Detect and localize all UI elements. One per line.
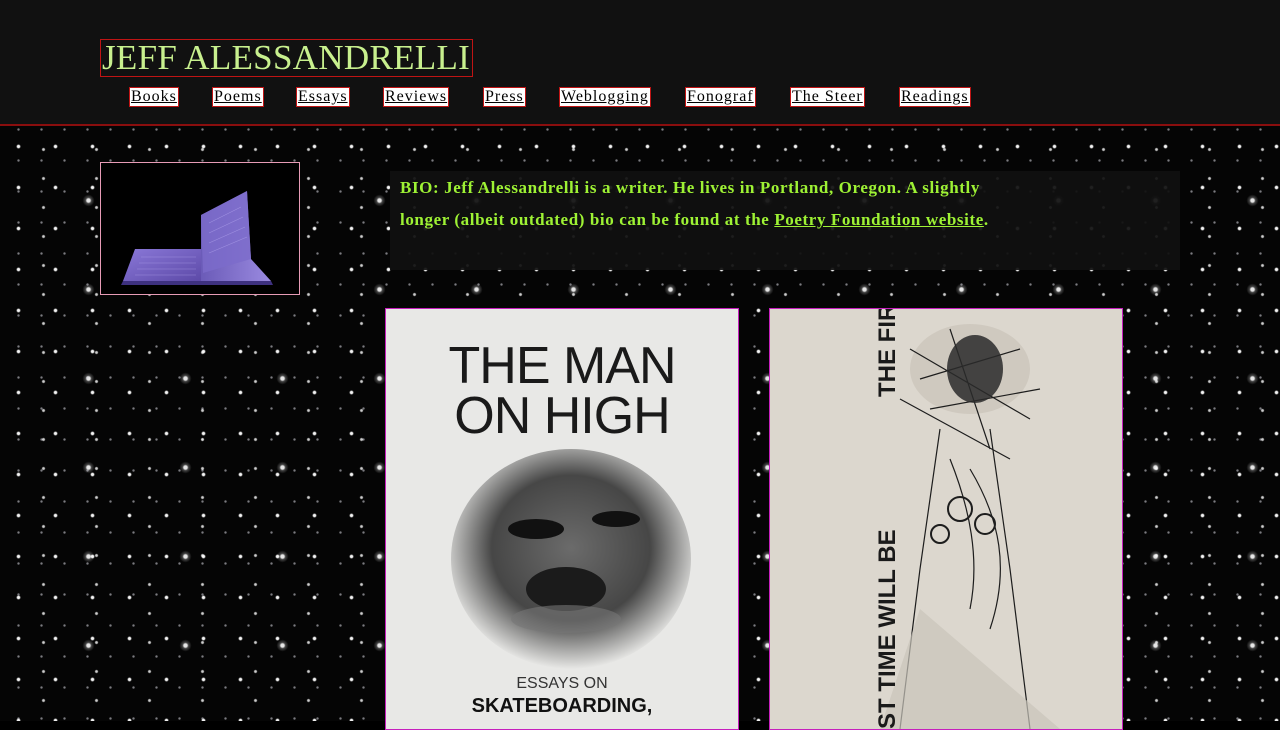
cover-subtitle-line2: SKATEBOARDING, xyxy=(471,695,653,717)
nav-books[interactable]: Books xyxy=(129,87,179,107)
portrait-illustration xyxy=(451,449,691,669)
cover-title-line2: ON HIGH xyxy=(454,387,670,445)
poetry-foundation-link[interactable]: Poetry Foundation website xyxy=(774,210,984,229)
nav-the-steer[interactable]: The Steer xyxy=(790,87,865,107)
cover-title-line1: THE MAN xyxy=(448,337,677,395)
open-book-icon xyxy=(101,163,299,294)
nav-readings[interactable]: Readings xyxy=(899,87,971,107)
nav-poems[interactable]: Poems xyxy=(212,87,264,107)
cover-subtitle-line1: ESSAYS ON xyxy=(516,675,608,692)
book-cover-man-on-high[interactable]: THE MAN ON HIGH ESSAYS ON SKATEBOARDING, xyxy=(385,308,739,730)
cover-spine-top: THE FIRST xyxy=(874,308,901,397)
nav-press[interactable]: Press xyxy=(483,87,526,107)
main-nav: Books Poems Essays Reviews Press Weblogg… xyxy=(0,87,1280,108)
nav-fonograf[interactable]: Fonograf xyxy=(685,87,756,107)
bio-trailing: . xyxy=(983,210,989,229)
nav-reviews[interactable]: Reviews xyxy=(382,87,450,107)
nav-weblogging[interactable]: Weblogging xyxy=(559,87,651,107)
book-cover-the-first[interactable]: THE FIRST ST TIME WILL BE xyxy=(769,308,1123,730)
figure-illustration xyxy=(770,309,1122,729)
bio-paragraph: BIO: Jeff Alessandrelli is a writer. He … xyxy=(400,172,1000,236)
site-title-link[interactable]: JEFF ALESSANDRELLI xyxy=(100,39,474,77)
site-header: JEFF ALESSANDRELLI Books Poems Essays Re… xyxy=(0,0,1280,126)
open-book-image xyxy=(100,162,300,295)
nav-essays[interactable]: Essays xyxy=(296,87,350,107)
cover-spine-bottom: ST TIME WILL BE xyxy=(874,529,901,729)
